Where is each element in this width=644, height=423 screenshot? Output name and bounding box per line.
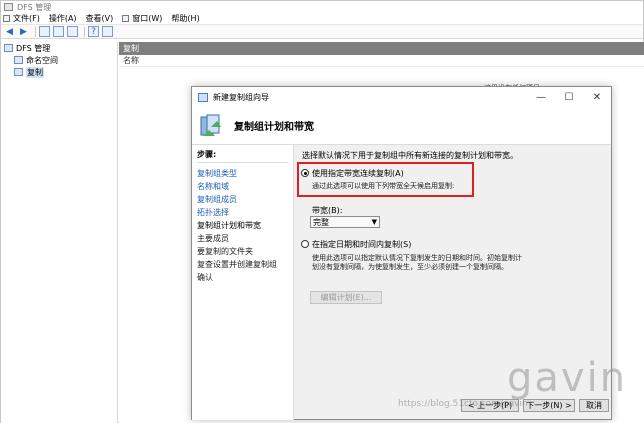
option-scheduled-desc-2: 划没有复制间隔，为使复制发生，至少必须创建一个复制间隔。: [312, 263, 508, 271]
forward-arrow-icon[interactable]: ▶: [18, 26, 29, 37]
menu-icon: [3, 15, 10, 22]
toolbar-separator: [84, 26, 85, 37]
dialog-title-bar: 新建复制组向导 — ☐ ✕: [192, 87, 611, 107]
option-scheduled[interactable]: 在指定日期和时间内复制(S): [301, 239, 411, 250]
step-item: 要复制的文件夹: [197, 247, 253, 256]
wizard-header: 复制组计划和带宽: [192, 107, 611, 145]
up-folder-icon[interactable]: [39, 26, 50, 37]
back-arrow-icon[interactable]: ◀: [4, 26, 15, 37]
bandwidth-select[interactable]: 完整 ▼: [310, 216, 380, 228]
dialog-title: 新建复制组向导: [213, 92, 269, 102]
radio-continuous[interactable]: [301, 169, 309, 177]
menu-view[interactable]: 查看(V): [86, 13, 114, 24]
dfs-icon: [4, 44, 13, 52]
window-menu-icon: [122, 15, 130, 22]
tree-node-dfs-management[interactable]: DFS 管理: [1, 42, 117, 54]
step-item[interactable]: 名称和域: [197, 180, 288, 193]
help-icon[interactable]: ?: [88, 26, 99, 37]
maximize-icon[interactable]: ☐: [555, 87, 583, 107]
tree-node-replication[interactable]: 复制: [1, 66, 117, 78]
radio-scheduled[interactable]: [301, 240, 309, 248]
window-controls: — ☐ ✕: [527, 87, 611, 107]
toolbar-separator: [35, 26, 36, 37]
option-continuous-desc: 通过此选项可以使用下列带宽全天候启用复制:: [312, 182, 455, 190]
menu-window[interactable]: 窗口(W): [122, 13, 162, 24]
replication-icon: [14, 68, 23, 76]
bandwidth-label: 带宽(B):: [312, 206, 343, 215]
step-item-current: 复制组计划和带宽: [197, 221, 261, 230]
menu-help[interactable]: 帮助(H): [171, 13, 199, 24]
name-column-header[interactable]: 名称: [119, 55, 644, 67]
step-item: 复查设置并创建复制组: [197, 260, 277, 269]
close-icon[interactable]: ✕: [583, 87, 611, 107]
replication-wizard-icon: [200, 113, 222, 139]
dfs-app-icon: [4, 3, 13, 11]
step-item: 主要成员: [197, 234, 229, 243]
wizard-title-icon: [198, 92, 208, 102]
edit-schedule-button[interactable]: 编辑计划(E)...: [310, 291, 382, 304]
option-continuous[interactable]: 使用指定带宽连续复制(A): [301, 168, 404, 179]
wizard-steps: 步骤: 复制组类型 名称和域 复制组成员 拓扑选择 复制组计划和带宽 主要成员 …: [192, 145, 294, 420]
toolbar: ◀ ▶ ?: [1, 25, 643, 39]
menu-file[interactable]: 文件(F): [3, 13, 40, 24]
step-item[interactable]: 复制组类型: [197, 167, 288, 180]
minimize-icon[interactable]: —: [527, 87, 555, 107]
steps-header: 步骤:: [197, 149, 288, 163]
step-item[interactable]: 复制组成员: [197, 193, 288, 206]
export-icon[interactable]: [67, 26, 78, 37]
show-tree-icon[interactable]: [53, 26, 64, 37]
title-bar: DFS 管理: [1, 1, 643, 13]
wizard-page-title: 复制组计划和带宽: [234, 122, 314, 133]
watermark-url: https://blog.51cto.com/gavin: [398, 399, 528, 409]
tree-node-namespaces[interactable]: 命名空间: [1, 54, 117, 66]
intro-text: 选择默认情况下用于复制组中所有新连接的复制计划和带宽。: [302, 150, 518, 160]
menu-action[interactable]: 操作(A): [49, 13, 77, 24]
step-item: 确认: [197, 273, 213, 282]
namespace-icon: [14, 56, 23, 64]
chevron-down-icon: ▼: [371, 218, 377, 226]
console-tree: DFS 管理 命名空间 复制: [1, 42, 118, 423]
menu-bar: 文件(F) 操作(A) 查看(V) 窗口(W) 帮助(H): [1, 13, 643, 25]
properties-icon[interactable]: [102, 26, 113, 37]
step-item[interactable]: 拓扑选择: [197, 206, 288, 219]
window-title: DFS 管理: [17, 2, 52, 12]
watermark-text: gavin: [507, 355, 628, 401]
results-header: 复制: [119, 42, 644, 55]
